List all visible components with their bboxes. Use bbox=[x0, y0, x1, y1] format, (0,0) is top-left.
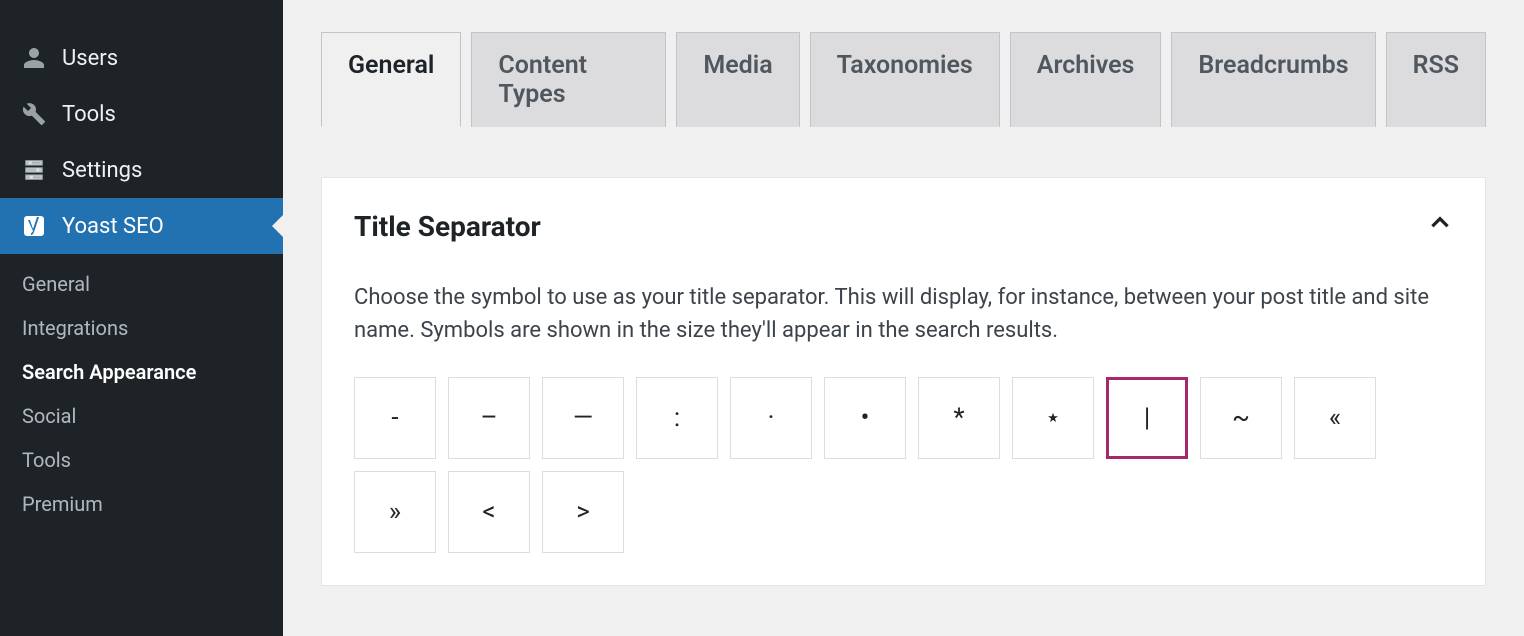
sidebar-item-users[interactable]: Users bbox=[0, 30, 283, 86]
separator-tilde[interactable]: ~ bbox=[1200, 377, 1282, 459]
submenu-item-search-appearance[interactable]: Search Appearance bbox=[0, 350, 283, 394]
sidebar-item-label: Tools bbox=[62, 102, 116, 127]
tab-general[interactable]: General bbox=[321, 32, 461, 127]
separator-mdash[interactable]: — bbox=[542, 377, 624, 459]
panel-title: Title Separator bbox=[354, 210, 541, 243]
separator-gt[interactable]: > bbox=[542, 471, 624, 553]
chevron-up-icon bbox=[1427, 210, 1453, 243]
title-separator-panel: Title Separator Choose the symbol to use… bbox=[321, 177, 1486, 586]
separator-options: - – — : · • * ⋆ | ~ « » < > bbox=[354, 377, 1453, 553]
separator-lt[interactable]: < bbox=[448, 471, 530, 553]
separator-raquo[interactable]: » bbox=[354, 471, 436, 553]
separator-colon[interactable]: : bbox=[636, 377, 718, 459]
submenu-item-premium[interactable]: Premium bbox=[0, 482, 283, 526]
user-icon bbox=[20, 44, 48, 72]
separator-asterisk[interactable]: * bbox=[918, 377, 1000, 459]
submenu-item-tools[interactable]: Tools bbox=[0, 438, 283, 482]
sidebar-item-settings[interactable]: Settings bbox=[0, 142, 283, 198]
sliders-icon bbox=[20, 156, 48, 184]
separator-bullet[interactable]: • bbox=[824, 377, 906, 459]
separator-star[interactable]: ⋆ bbox=[1012, 377, 1094, 459]
panel-description: Choose the symbol to use as your title s… bbox=[354, 281, 1453, 347]
tab-taxonomies[interactable]: Taxonomies bbox=[810, 32, 1000, 127]
tab-breadcrumbs[interactable]: Breadcrumbs bbox=[1171, 32, 1375, 127]
submenu-item-general[interactable]: General bbox=[0, 262, 283, 306]
tab-media[interactable]: Media bbox=[676, 32, 799, 127]
wrench-icon bbox=[20, 100, 48, 128]
admin-sidebar: Users Tools Settings Yoast SEO General I… bbox=[0, 0, 283, 636]
tab-archives[interactable]: Archives bbox=[1010, 32, 1162, 127]
tab-content-types[interactable]: Content Types bbox=[471, 32, 666, 127]
separator-ndash[interactable]: – bbox=[448, 377, 530, 459]
sidebar-item-label: Yoast SEO bbox=[62, 214, 164, 239]
sidebar-item-yoast-seo[interactable]: Yoast SEO bbox=[0, 198, 283, 254]
separator-laquo[interactable]: « bbox=[1294, 377, 1376, 459]
separator-middot[interactable]: · bbox=[730, 377, 812, 459]
settings-tabs: General Content Types Media Taxonomies A… bbox=[321, 32, 1486, 127]
submenu-item-social[interactable]: Social bbox=[0, 394, 283, 438]
main-content: General Content Types Media Taxonomies A… bbox=[283, 0, 1524, 636]
sidebar-item-label: Users bbox=[62, 46, 118, 71]
yoast-submenu: General Integrations Search Appearance S… bbox=[0, 254, 283, 538]
separator-pipe[interactable]: | bbox=[1106, 377, 1188, 459]
submenu-item-integrations[interactable]: Integrations bbox=[0, 306, 283, 350]
separator-dash[interactable]: - bbox=[354, 377, 436, 459]
sidebar-item-tools[interactable]: Tools bbox=[0, 86, 283, 142]
yoast-icon bbox=[20, 212, 48, 240]
tab-rss[interactable]: RSS bbox=[1386, 32, 1486, 127]
panel-header[interactable]: Title Separator bbox=[354, 210, 1453, 243]
sidebar-item-label: Settings bbox=[62, 158, 142, 183]
